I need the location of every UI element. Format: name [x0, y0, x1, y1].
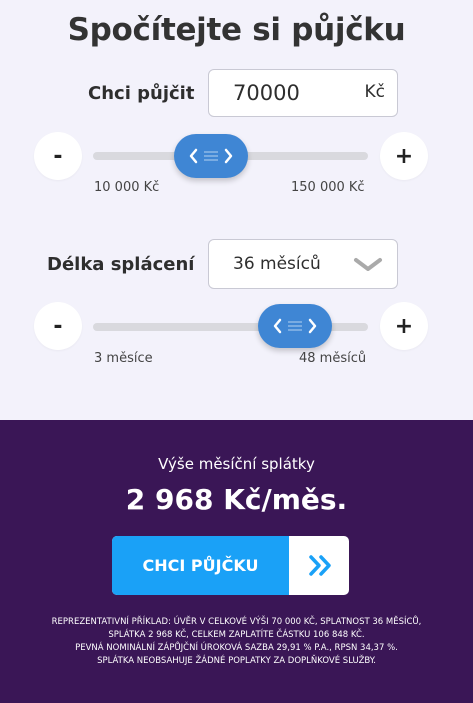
currency-unit: Kč	[364, 82, 386, 102]
duration-selected-value: 36 měsíců	[233, 254, 321, 274]
drag-handle-icon	[273, 318, 317, 334]
representative-example: Reprezentativní příklad: Úvěr v celkové …	[20, 616, 453, 668]
disclaimer-line: splátka 2 968 Kč, celkem zaplatíte částk…	[108, 630, 365, 640]
duration-increase-button[interactable]: +	[380, 302, 428, 350]
duration-label: Délka splácení	[47, 254, 195, 275]
amount-increase-button[interactable]: +	[380, 132, 428, 180]
disclaimer-line: Pevná nominální zápůjční úroková sazba 2…	[75, 643, 398, 653]
monthly-payment-label: Výše měsíční splátky	[158, 455, 315, 473]
amount-decrease-button[interactable]: -	[34, 132, 82, 180]
duration-decrease-button[interactable]: -	[34, 302, 82, 350]
amount-min-label: 10 000 Kč	[94, 180, 160, 195]
monthly-payment-value: 2 968 Kč/měs.	[125, 483, 348, 516]
disclaimer-line: Splátka neobsahuje žádné poplatky za dop…	[97, 656, 376, 666]
page-title: Spočítejte si půjčku	[67, 12, 406, 48]
drag-handle-icon	[189, 148, 233, 164]
duration-min-label: 3 měsíce	[94, 351, 153, 366]
amount-value: 70000	[233, 81, 300, 105]
amount-max-label: 150 000 Kč	[291, 180, 365, 195]
chevron-down-icon	[354, 258, 382, 271]
amount-slider-thumb[interactable]	[174, 134, 248, 178]
amount-label: Chci půjčit	[88, 83, 195, 104]
apply-loan-label: CHCI PŮJČKU	[112, 536, 289, 595]
duration-select[interactable]: 36 měsíců	[208, 239, 398, 289]
duration-max-label: 48 měsíců	[299, 351, 367, 366]
disclaimer-line: Reprezentativní příklad: Úvěr v celkové …	[51, 617, 422, 627]
amount-input[interactable]: 70000 Kč	[208, 69, 398, 117]
duration-slider-thumb[interactable]	[258, 304, 332, 348]
calculator-panel	[0, 0, 473, 420]
double-chevron-right-icon	[309, 555, 331, 576]
apply-loan-button[interactable]: CHCI PŮJČKU	[112, 536, 349, 595]
